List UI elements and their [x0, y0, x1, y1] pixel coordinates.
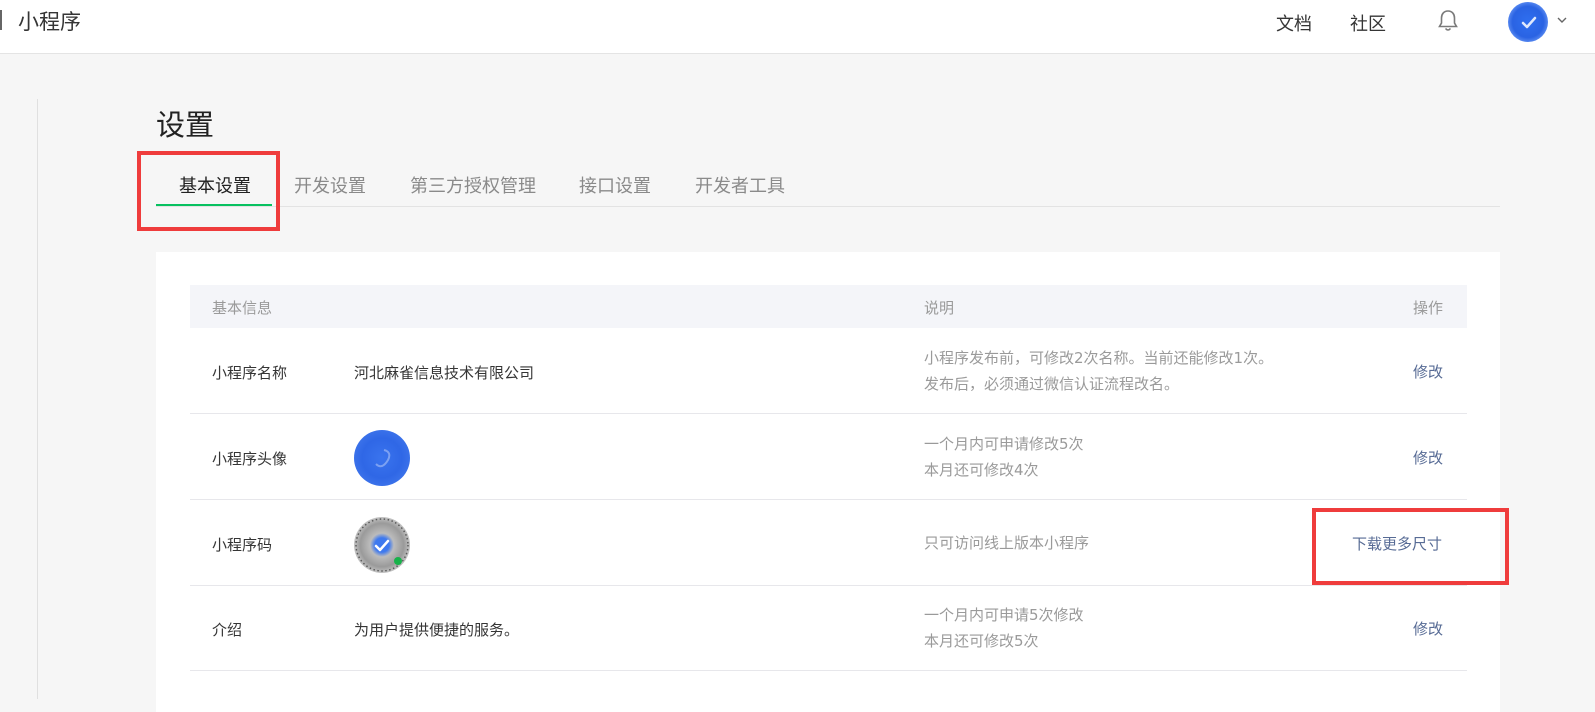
description-line: 本月还可修改4次: [924, 461, 1039, 479]
description-line: 一个月内可申请修改5次: [924, 435, 1084, 453]
modify-introduction-link[interactable]: 修改: [1413, 618, 1443, 639]
row-description: 只可访问线上版本小程序: [924, 530, 1089, 556]
row-label: 介绍: [212, 621, 243, 639]
modify-avatar-link[interactable]: 修改: [1413, 447, 1443, 468]
table-header: 基本信息 说明 操作: [190, 285, 1467, 328]
row-description: 小程序发布前，可修改2次名称。当前还能修改1次。 发布后，必须通过微信认证流程改…: [924, 345, 1273, 397]
table-row-mini-program-code: 小程序码 只可访问线上版本小程序 下载更多尺寸: [190, 501, 1467, 586]
tab-dev-settings[interactable]: 开发设置: [294, 172, 366, 198]
table-row-introduction: 介绍 为用户提供便捷的服务。 一个月内可申请5次修改 本月还可修改5次 修改: [190, 586, 1467, 671]
code-status-dot: [394, 557, 402, 565]
table-row-mini-program-avatar: 小程序头像 一个月内可申请修改5次 本月还可修改4次 修改: [190, 415, 1467, 500]
tab-dev-tools[interactable]: 开发者工具: [695, 172, 785, 198]
sidebar-divider: [37, 99, 38, 699]
description-line: 一个月内可申请5次修改: [924, 606, 1084, 624]
header-action: 操作: [1413, 299, 1444, 317]
row-label: 小程序头像: [212, 450, 288, 468]
nav-docs-link[interactable]: 文档: [1276, 10, 1312, 36]
top-navigation-bar: 小程序 文档 社区: [0, 0, 1595, 54]
settings-tabs: 基本设置 开发设置 第三方授权管理 接口设置 开发者工具: [156, 160, 1500, 207]
row-value-name: 河北麻雀信息技术有限公司: [354, 364, 535, 382]
brand-title[interactable]: 小程序: [18, 6, 81, 36]
table-row-mini-program-name: 小程序名称 河北麻雀信息技术有限公司 小程序发布前，可修改2次名称。当前还能修改…: [190, 329, 1467, 414]
page-title: 设置: [156, 108, 215, 142]
chevron-down-icon[interactable]: [1557, 12, 1567, 28]
header-basic-info: 基本信息: [212, 299, 273, 317]
description-line: 本月还可修改5次: [924, 632, 1039, 650]
user-avatar[interactable]: [1508, 2, 1548, 42]
tab-api-settings[interactable]: 接口设置: [579, 172, 651, 198]
row-label: 小程序名称: [212, 364, 288, 382]
row-description: 一个月内可申请修改5次 本月还可修改4次: [924, 431, 1084, 483]
modify-name-link[interactable]: 修改: [1413, 361, 1443, 382]
mini-program-avatar-image: [354, 430, 410, 486]
row-value-introduction: 为用户提供便捷的服务。: [354, 621, 520, 639]
brand-divider: [0, 10, 2, 30]
row-description: 一个月内可申请5次修改 本月还可修改5次: [924, 602, 1084, 654]
description-line: 只可访问线上版本小程序: [924, 534, 1090, 552]
tab-basic-settings[interactable]: 基本设置: [179, 172, 251, 198]
active-tab-indicator: [156, 204, 272, 206]
description-line: 小程序发布前，可修改2次名称。当前还能修改1次。: [924, 349, 1274, 367]
description-line: 发布后，必须通过微信认证流程改名。: [924, 375, 1180, 393]
bell-icon[interactable]: [1437, 9, 1459, 33]
download-more-sizes-link[interactable]: 下载更多尺寸: [1352, 533, 1442, 554]
tab-third-party-auth[interactable]: 第三方授权管理: [410, 172, 536, 198]
row-label: 小程序码: [212, 536, 273, 554]
mini-program-code-image: [354, 517, 410, 573]
basic-info-card: 基本信息 说明 操作 小程序名称 河北麻雀信息技术有限公司 小程序发布前，可修改…: [156, 252, 1500, 712]
header-description: 说明: [924, 299, 955, 317]
nav-community-link[interactable]: 社区: [1350, 10, 1386, 36]
